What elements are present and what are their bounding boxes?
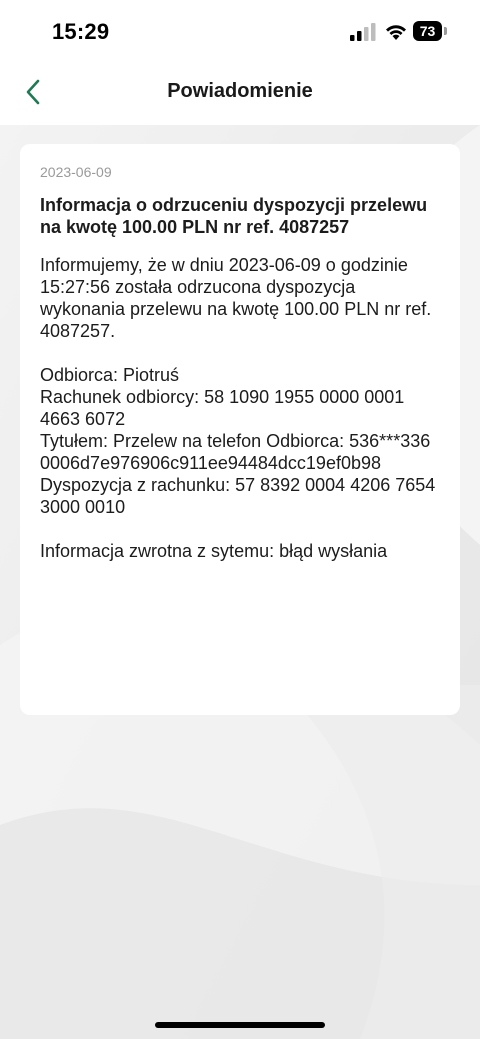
status-bar: 15:29 73 [0,0,480,62]
home-indicator[interactable] [155,1022,325,1028]
signal-icon [350,23,376,41]
battery-level: 73 [413,21,442,41]
notification-title: Informacja o odrzuceniu dyspozycji przel… [40,195,428,237]
notification-card: 2023-06-09 Informacja o odrzuceniu dyspo… [20,144,460,715]
nav-bar: Powiadomienie [0,62,480,125]
recipient-account-line: Rachunek odbiorcy: 58 1090 1955 0000 000… [40,387,405,429]
system-feedback: Informacja zwrotna z sytemu: błąd wysłan… [40,541,388,561]
page-title: Powiadomienie [167,80,313,102]
recipient-line: Odbiorca: Piotruś [40,365,180,385]
battery-tip [444,27,447,35]
transfer-title-line: Tytułem: Przelew na telefon Odbiorca: 53… [40,431,431,473]
wifi-icon [386,25,406,40]
notification-intro: Informujemy, że w dniu 2023-06-09 o godz… [40,255,432,341]
notification-body: Informujemy, że w dniu 2023-06-09 o godz… [40,254,440,562]
notification-details: Odbiorca: Piotruś Rachunek odbiorcy: 58 … [40,364,440,518]
status-time: 15:29 [52,19,110,44]
notification-date: 2023-06-09 [40,164,112,180]
source-account-line: Dyspozycja z rachunku: 57 8392 0004 4206… [40,475,436,517]
battery-icon: 73 [413,21,447,41]
